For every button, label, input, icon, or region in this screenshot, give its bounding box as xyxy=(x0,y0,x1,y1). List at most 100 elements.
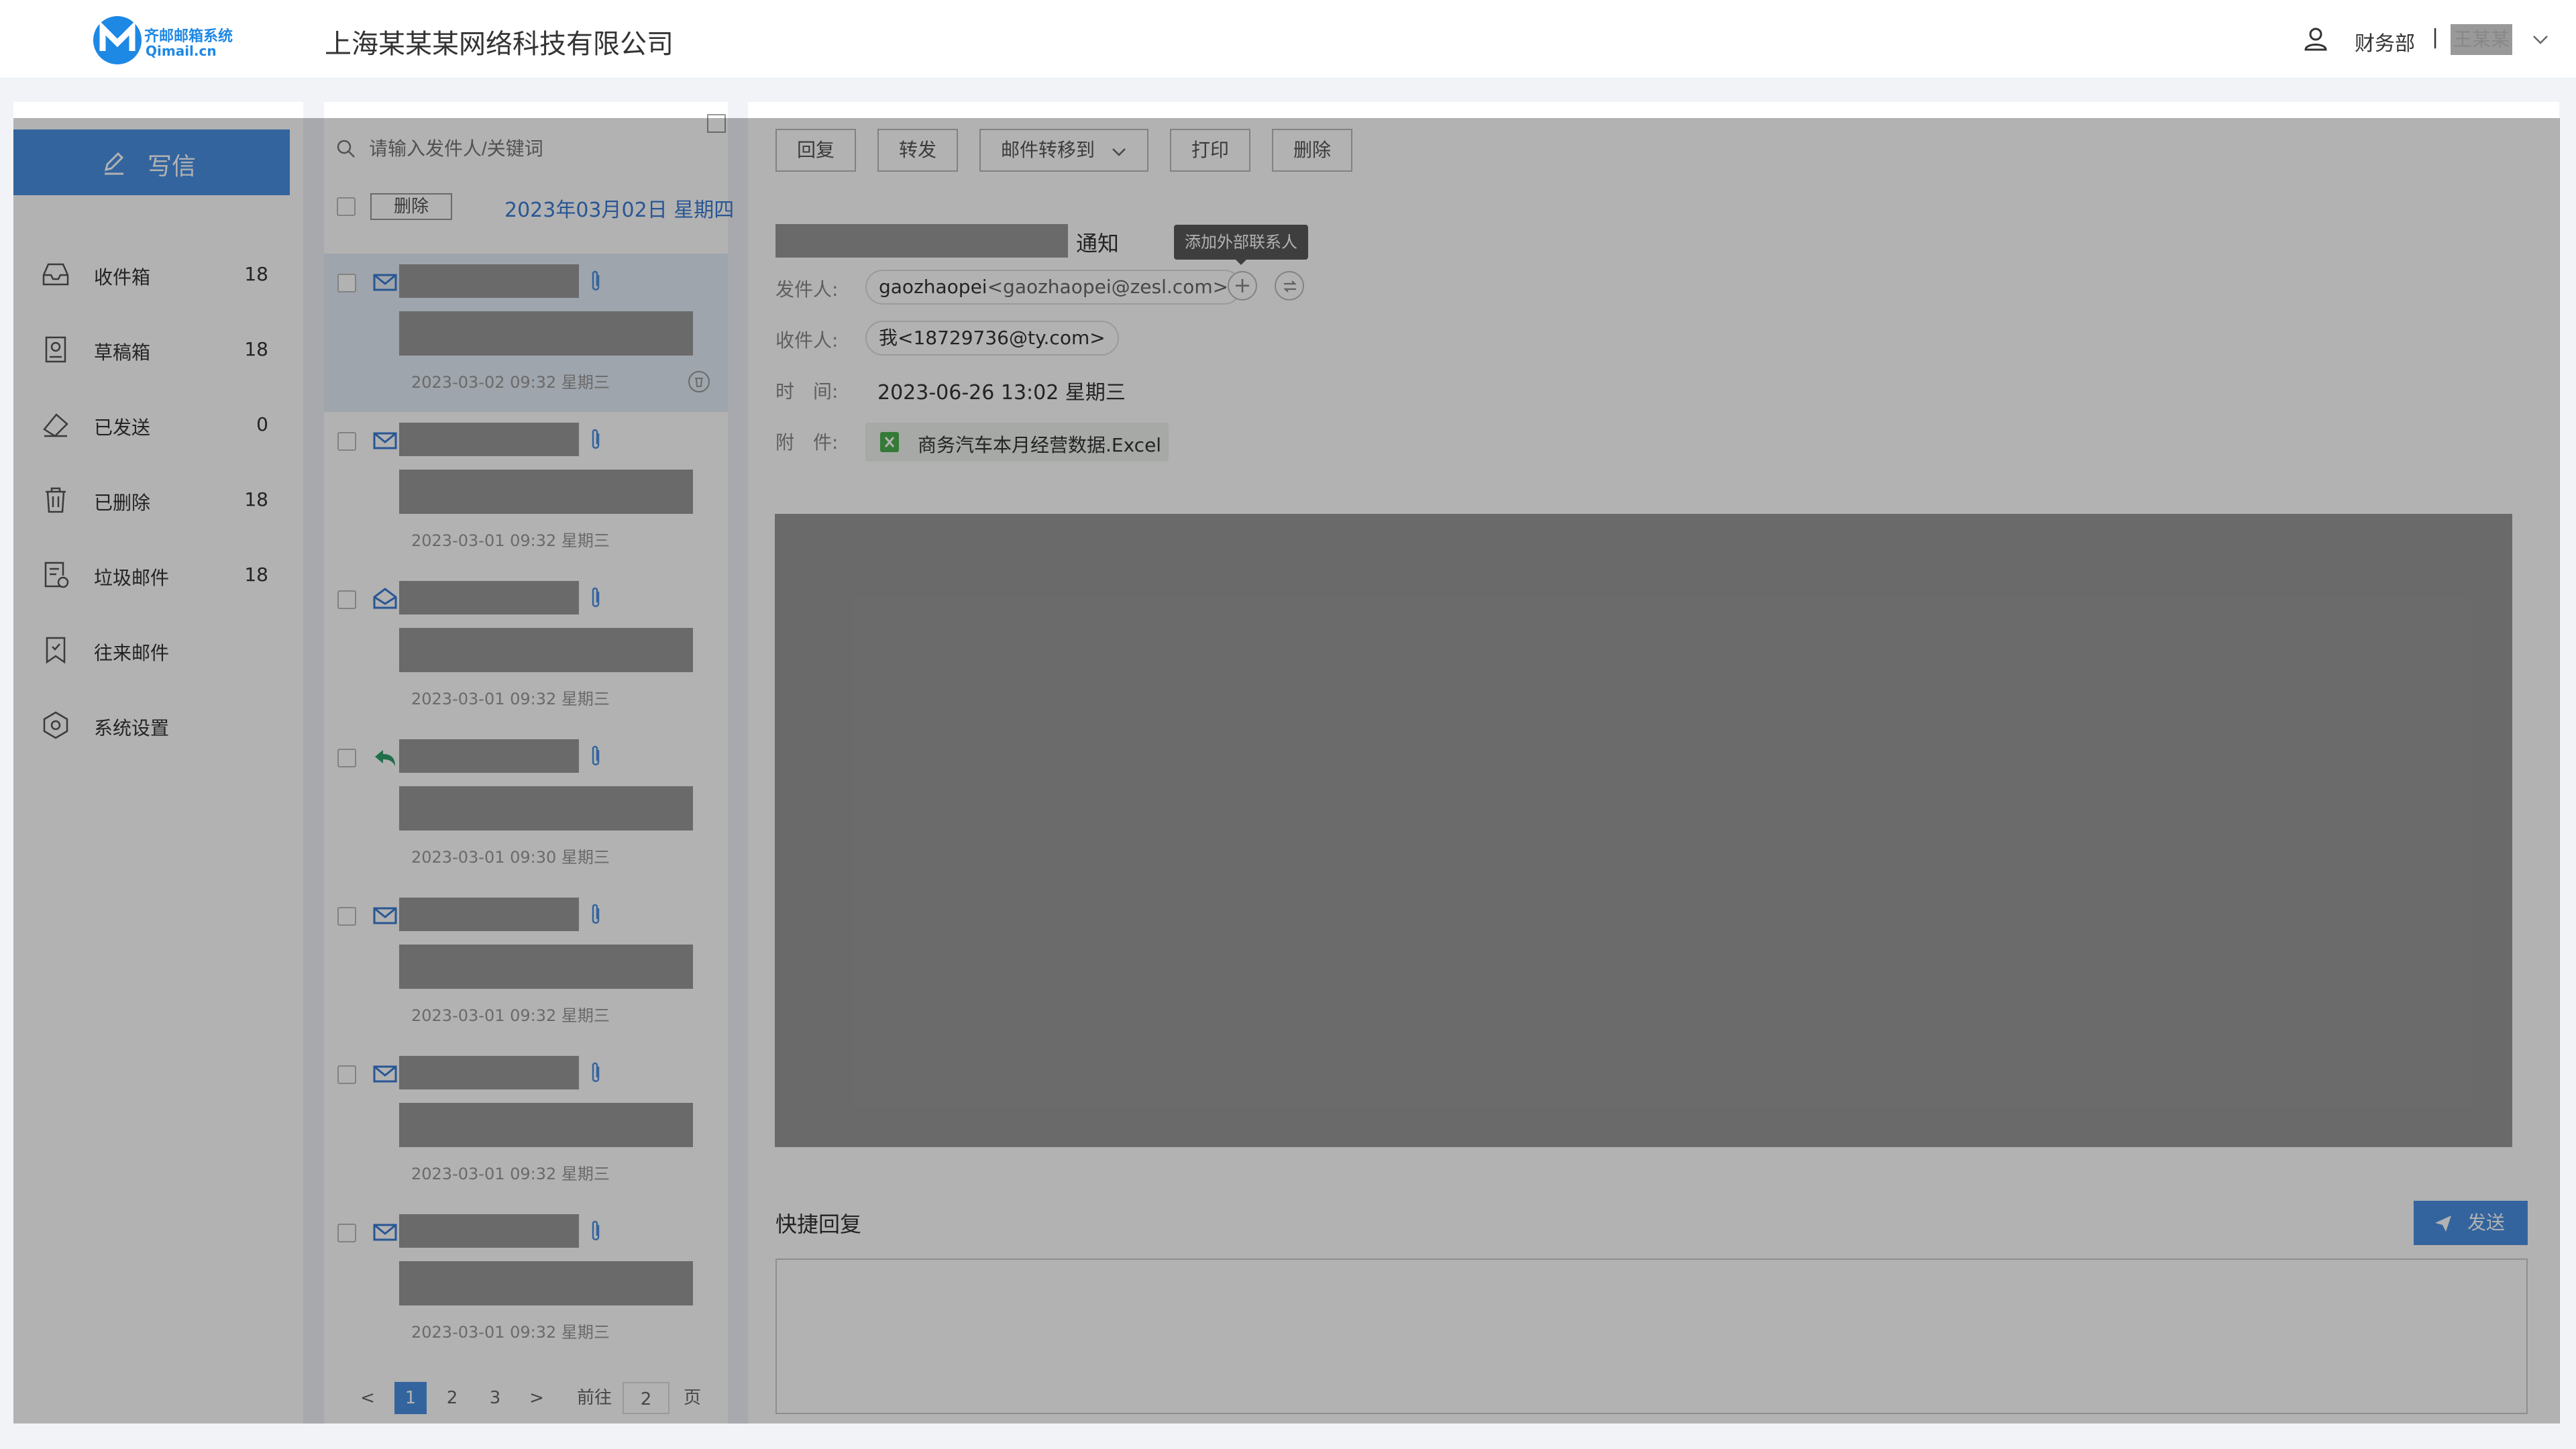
sidebar-item-count: 0 xyxy=(256,413,268,435)
attachment-filename: 商务汽车本月经营数据.Excel xyxy=(918,434,1162,456)
quick-reply-title: 快捷回复 xyxy=(775,1212,862,1237)
trash-icon[interactable] xyxy=(688,370,710,393)
mail-icon xyxy=(373,1224,397,1241)
header-separator: | xyxy=(2432,25,2439,49)
sidebar-item-label: 草稿箱 xyxy=(94,341,151,364)
settings-icon xyxy=(43,711,68,739)
paperclip-icon xyxy=(592,429,600,449)
mail-list-item[interactable]: 2023-03-01 09:32 星期三 xyxy=(324,570,728,729)
move-to-dropdown[interactable]: 邮件转移到 xyxy=(979,129,1148,172)
mail-checkbox[interactable] xyxy=(337,1065,356,1084)
attachment-item[interactable]: 商务汽车本月经营数据.Excel xyxy=(865,423,1169,462)
pagination-page-2[interactable]: 2 xyxy=(436,1382,468,1414)
sent-icon xyxy=(43,413,68,437)
username-redacted[interactable]: 王某某 xyxy=(2451,24,2512,55)
sender-redacted xyxy=(399,423,579,456)
mail-checkbox[interactable] xyxy=(337,1224,356,1242)
paperclip-icon xyxy=(592,270,600,290)
mail-icon xyxy=(373,432,397,449)
mail-checkbox[interactable] xyxy=(337,274,356,292)
to-label: 收件人: xyxy=(775,329,839,352)
subject-redacted xyxy=(399,786,693,830)
to-chip[interactable]: 我<18729736@ty.com> xyxy=(865,321,1119,356)
delete-button[interactable]: 删除 xyxy=(1272,129,1352,172)
sidebar-item-count: 18 xyxy=(244,488,268,511)
mail-checkbox[interactable] xyxy=(337,907,356,926)
pagination-goto-input[interactable]: 2 xyxy=(623,1382,669,1414)
user-icon xyxy=(2304,28,2327,51)
pagination-page-1[interactable]: 1 xyxy=(394,1382,427,1414)
paperclip-icon xyxy=(592,1220,600,1240)
compose-button[interactable]: 写信 xyxy=(13,129,290,195)
search-input[interactable] xyxy=(368,133,690,165)
collapse-panel-icon[interactable] xyxy=(707,114,726,133)
mail-checkbox[interactable] xyxy=(337,749,356,767)
pagination-prev-button[interactable]: < xyxy=(354,1382,381,1414)
quick-reply-textarea[interactable] xyxy=(775,1258,2528,1414)
mail-icon xyxy=(373,907,397,924)
add-contact-button[interactable]: + xyxy=(1228,271,1257,301)
print-button[interactable]: 打印 xyxy=(1170,129,1250,172)
sidebar-item-spam[interactable]: 垃圾邮件 18 xyxy=(40,554,268,594)
mail-list-item[interactable]: 2023-03-01 09:30 星期三 xyxy=(324,729,728,887)
sidebar-item-drafts[interactable]: 草稿箱 18 xyxy=(40,329,268,369)
mail-list-item[interactable]: 2023-03-01 09:32 星期三 xyxy=(324,412,728,570)
excel-file-icon xyxy=(880,432,899,452)
sidebar-item-inbox[interactable]: 收件箱 18 xyxy=(40,254,268,294)
mail-icon xyxy=(373,1065,397,1083)
pagination-page-3[interactable]: 3 xyxy=(479,1382,511,1414)
forward-button[interactable]: 转发 xyxy=(877,129,958,172)
subject-redacted xyxy=(399,1261,693,1305)
chevron-down-icon[interactable] xyxy=(2530,30,2551,50)
sender-redacted xyxy=(399,264,579,298)
sidebar-item-contacts-mail[interactable]: 往来邮件 xyxy=(40,629,268,669)
sidebar-item-label: 已发送 xyxy=(94,417,151,439)
pagination-goto-label: 前往 xyxy=(576,1388,612,1408)
subject-redacted xyxy=(399,945,693,989)
inbox-icon xyxy=(42,263,69,286)
send-button[interactable]: 发送 xyxy=(2414,1201,2528,1245)
move-to-label: 邮件转移到 xyxy=(1001,139,1095,161)
sidebar-item-count: 18 xyxy=(244,564,268,586)
from-label: 发件人: xyxy=(775,278,839,301)
mail-list-item[interactable]: 2023-03-01 09:32 星期三 xyxy=(324,887,728,1045)
sender-redacted xyxy=(399,1214,579,1248)
compose-label: 写信 xyxy=(148,153,197,180)
department-label[interactable]: 财务部 xyxy=(2355,27,2415,56)
chevron-down-icon xyxy=(1112,148,1126,156)
sender-redacted xyxy=(399,739,579,773)
mail-list-item[interactable]: 2023-03-02 09:32 星期三 xyxy=(324,254,728,412)
time-label: 时 间: xyxy=(775,380,839,402)
search-icon xyxy=(337,140,355,158)
time-value: 2023-06-26 13:02 星期三 xyxy=(877,381,1126,405)
from-email: <gaozhaopei@zesl.com> xyxy=(987,276,1229,298)
app-logo[interactable]: 齐邮邮箱系统 Qimail.cn xyxy=(91,13,238,67)
mail-checkbox[interactable] xyxy=(337,432,356,451)
reply-button[interactable]: 回复 xyxy=(775,129,856,172)
from-chip[interactable]: gaozhaopei<gaozhaopei@zesl.com> xyxy=(865,270,1242,305)
batch-delete-button[interactable]: 删除 xyxy=(370,193,452,220)
mail-time: 2023-03-01 09:32 星期三 xyxy=(411,531,610,550)
mail-checkbox[interactable] xyxy=(337,590,356,609)
mail-time: 2023-03-01 09:32 星期三 xyxy=(411,1006,610,1025)
mail-open-icon xyxy=(373,588,397,609)
paper-plane-icon xyxy=(2435,1216,2451,1232)
company-name: 上海某某某网络科技有限公司 xyxy=(325,29,674,60)
select-all-checkbox[interactable] xyxy=(337,197,356,216)
sidebar-item-deleted[interactable]: 已删除 18 xyxy=(40,479,268,519)
sidebar-item-sent[interactable]: 已发送 0 xyxy=(40,404,268,444)
sidebar-item-label: 系统设置 xyxy=(94,717,170,739)
mail-list-item[interactable]: 2023-03-01 09:32 星期三 xyxy=(324,1045,728,1203)
sender-redacted xyxy=(399,581,579,614)
logo-mark-icon xyxy=(93,16,142,64)
swap-contact-button[interactable] xyxy=(1275,271,1304,301)
sidebar-item-settings[interactable]: 系统设置 xyxy=(40,704,268,745)
pagination-page-suffix: 页 xyxy=(683,1388,701,1408)
sender-redacted xyxy=(399,898,579,931)
sidebar-item-label: 往来邮件 xyxy=(94,642,170,664)
mail-time: 2023-03-01 09:32 星期三 xyxy=(411,690,610,708)
mail-time: 2023-03-02 09:32 星期三 xyxy=(411,373,610,392)
pagination-next-button[interactable]: > xyxy=(523,1382,550,1414)
mail-list-item[interactable]: 2023-03-01 09:32 星期三 xyxy=(324,1203,728,1362)
paperclip-icon xyxy=(592,904,600,924)
